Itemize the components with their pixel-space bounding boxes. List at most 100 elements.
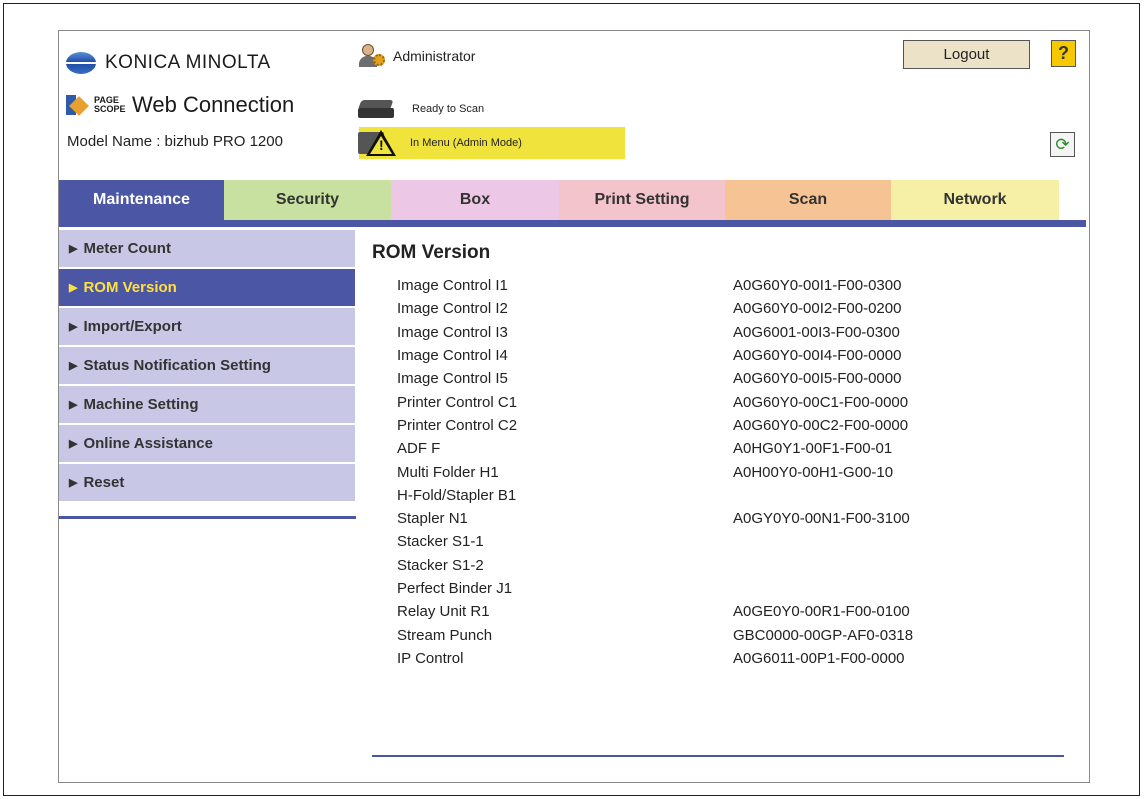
tab-box[interactable]: Box (391, 180, 559, 220)
component-name: Multi Folder H1 (397, 463, 499, 481)
component-name: Stacker S1-1 (397, 533, 484, 551)
main-tabs: Maintenance Security Box Print Setting S… (59, 180, 1059, 220)
component-name: Perfect Binder J1 (397, 580, 513, 597)
rom-version-value: A0GE0Y0-00R1-F00-0100 (733, 603, 910, 621)
help-button[interactable]: ? (1051, 40, 1076, 67)
component-name: Image Control I1 (397, 277, 508, 295)
rom-version-value: A0G60Y0-00I4-F00-0000 (733, 347, 902, 365)
status-warning-text: In Menu (Admin Mode) (410, 137, 522, 149)
table-row: Relay Unit R1 A0GE0Y0-00R1-F00-0100 (397, 600, 1033, 623)
rom-version-value: A0G60Y0-00C1-F00-0000 (733, 393, 909, 411)
page-title: ROM Version (372, 242, 491, 263)
sidebar-item-meter-count[interactable]: ▶ Meter Count (59, 230, 355, 267)
sidebar-item-label: Online Assistance (83, 435, 213, 452)
sidebar-item-label: Status Notification Setting (83, 357, 271, 374)
rom-version-value: A0G6011-00P1-F00-0000 (733, 649, 905, 667)
sidebar-item-label: Machine Setting (83, 396, 199, 413)
table-row: Image Control I2 A0G60Y0-00I2-F00-0200 (397, 297, 1033, 320)
tab-print-setting[interactable]: Print Setting (559, 180, 725, 220)
rom-version-value: A0G60Y0-00C2-F00-0000 (733, 416, 909, 434)
sidebar-item-import-export[interactable]: ▶ Import/Export (59, 308, 355, 345)
warning-icon: ! (358, 128, 406, 158)
pagescope-small-text: PAGE SCOPE (94, 95, 126, 114)
scanner-icon (358, 98, 396, 120)
table-row: ADF F A0HG0Y1-00F1-F00-01 (397, 437, 1033, 460)
component-name: IP Control (397, 649, 464, 667)
component-name: Image Control I5 (397, 370, 508, 388)
component-name: Stream Punch (397, 626, 493, 644)
rom-version-value: A0G60Y0-00I1-F00-0300 (733, 277, 902, 295)
tab-maintenance[interactable]: Maintenance (59, 180, 224, 220)
table-row: Image Control I1 A0G60Y0-00I1-F00-0300 (397, 274, 1033, 297)
sidebar-item-label: Meter Count (83, 240, 171, 257)
konica-minolta-logo: KONICA MINOLTA (66, 52, 271, 74)
component-name: Stapler N1 (397, 510, 468, 528)
rom-version-value: A0HG0Y1-00F1-F00-01 (733, 440, 893, 458)
rom-version-value: A0G6001-00I3-F00-0300 (733, 323, 900, 341)
status-ready-text: Ready to Scan (412, 103, 485, 115)
content-divider (372, 755, 1064, 757)
table-row: Image Control I5 A0G60Y0-00I5-F00-0000 (397, 367, 1033, 390)
sidebar-menu: ▶ Meter Count ▶ ROM Version ▶ Import/Exp… (59, 230, 355, 503)
sidebar-item-rom-version[interactable]: ▶ ROM Version (59, 269, 355, 306)
tab-network[interactable]: Network (891, 180, 1059, 220)
sidebar-item-label: Reset (83, 474, 125, 491)
component-name: Stacker S1-2 (397, 556, 484, 574)
table-row: Stream Punch GBC0000-00GP-AF0-0318 (397, 623, 1033, 646)
tab-underline (59, 220, 1086, 227)
administrator-icon (359, 44, 385, 68)
table-row: Printer Control C1 A0G60Y0-00C1-F00-0000 (397, 390, 1033, 413)
table-row: Multi Folder H1 A0H00Y0-00H1-G00-10 (397, 460, 1033, 483)
arrow-right-icon: ▶ (69, 243, 78, 255)
table-row: IP Control A0G6011-00P1-F00-0000 (397, 647, 1033, 670)
table-row: Perfect Binder J1 (397, 577, 1033, 600)
arrow-right-icon: ▶ (69, 360, 78, 372)
globe-icon (66, 52, 96, 74)
component-name: Relay Unit R1 (397, 603, 490, 621)
table-row: Stacker S1-2 (397, 554, 1033, 577)
arrow-right-icon: ▶ (69, 438, 78, 450)
product-name: Web Connection (132, 92, 295, 117)
tab-scan[interactable]: Scan (725, 180, 891, 220)
sidebar-item-label: Import/Export (83, 318, 182, 335)
brand-name: KONICA MINOLTA (105, 52, 271, 73)
component-name: Printer Control C1 (397, 393, 518, 411)
help-icon: ? (1058, 43, 1069, 63)
table-row: Image Control I4 A0G60Y0-00I4-F00-0000 (397, 344, 1033, 367)
status-ready: Ready to Scan (358, 98, 484, 120)
arrow-right-icon: ▶ (69, 321, 78, 333)
sidebar-divider (59, 516, 356, 519)
arrow-right-icon: ▶ (69, 477, 78, 489)
component-name: Image Control I3 (397, 323, 508, 341)
component-name: Image Control I4 (397, 347, 508, 365)
table-row: H-Fold/Stapler B1 (397, 484, 1033, 507)
sidebar-item-status-notification[interactable]: ▶ Status Notification Setting (59, 347, 355, 384)
rom-version-value: GBC0000-00GP-AF0-0318 (733, 626, 914, 644)
status-warning: ! In Menu (Admin Mode) (358, 127, 625, 159)
rom-version-value: A0GY0Y0-00N1-F00-3100 (733, 510, 910, 528)
user-name: Administrator (393, 48, 476, 64)
component-name: H-Fold/Stapler B1 (397, 486, 517, 504)
table-row: Stapler N1 A0GY0Y0-00N1-F00-3100 (397, 507, 1033, 530)
tab-security[interactable]: Security (224, 180, 391, 220)
rom-version-value: A0G60Y0-00I2-F00-0200 (733, 300, 902, 318)
refresh-button[interactable]: ⟳ (1050, 132, 1075, 157)
arrow-right-icon: ▶ (69, 399, 78, 411)
rom-version-value: A0H00Y0-00H1-G00-10 (733, 463, 894, 481)
user-indicator: Administrator (359, 44, 475, 68)
pagescope-icon (66, 93, 92, 117)
arrow-right-icon: ▶ (69, 282, 78, 294)
logout-button[interactable]: Logout (903, 40, 1030, 69)
table-row: Image Control I3 A0G6001-00I3-F00-0300 (397, 321, 1033, 344)
component-name: Printer Control C2 (397, 416, 518, 434)
rom-version-value: A0G60Y0-00I5-F00-0000 (733, 370, 902, 388)
component-name: ADF F (397, 440, 441, 458)
table-row: Printer Control C2 A0G60Y0-00C2-F00-0000 (397, 414, 1033, 437)
sidebar-item-reset[interactable]: ▶ Reset (59, 464, 355, 501)
model-name: Model Name : bizhub PRO 1200 (67, 133, 283, 150)
component-name: Image Control I2 (397, 300, 508, 318)
rom-version-table: Image Control I1 A0G60Y0-00I1-F00-0300 I… (397, 274, 1033, 670)
sidebar-item-label: ROM Version (83, 279, 177, 296)
sidebar-item-machine-setting[interactable]: ▶ Machine Setting (59, 386, 355, 423)
sidebar-item-online-assistance[interactable]: ▶ Online Assistance (59, 425, 355, 462)
